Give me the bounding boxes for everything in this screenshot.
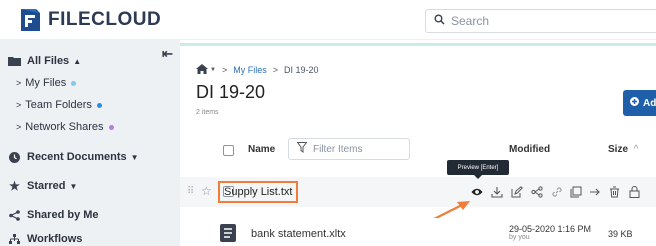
items-count: 2 items <box>196 109 219 116</box>
caret-up-icon: ▲ <box>73 56 82 66</box>
sidebar-item-label: All Files <box>27 55 70 67</box>
filter-input[interactable] <box>313 143 403 155</box>
sidebar-item-label: Shared by Me <box>27 209 99 221</box>
caret-down-icon: ▼ <box>69 181 78 191</box>
file-name-label: Supply List.txt <box>224 186 293 198</box>
breadcrumb-separator: > <box>221 65 228 75</box>
filecloud-logo-icon <box>21 9 40 31</box>
sidebar-item-shared-by-me[interactable]: Shared by Me <box>8 209 99 221</box>
sidebar-item-all-files[interactable]: All Files ▲ <box>8 55 81 67</box>
sidebar-item-network-shares[interactable]: > Network Shares <box>16 121 114 133</box>
search-input[interactable] <box>451 14 631 28</box>
edit-icon[interactable] <box>511 186 523 198</box>
column-header-name[interactable]: Name <box>248 144 275 155</box>
file-modified: 29-05-2020 1:16 PM <box>509 224 592 234</box>
file-name[interactable]: Supply List.txt <box>218 181 299 203</box>
copy-icon[interactable] <box>570 186 582 198</box>
sidebar-item-label: Starred <box>27 180 66 192</box>
page-title: DI 19-20 <box>196 82 266 102</box>
column-header-size-label: Size <box>608 144 629 155</box>
file-size: 39 KB <box>608 229 633 239</box>
search-box[interactable] <box>425 9 656 33</box>
status-dot <box>108 124 114 130</box>
top-accent-bar <box>180 43 656 46</box>
sidebar: ⇤ All Files ▲ > My Files > Team Folders … <box>0 40 180 246</box>
breadcrumb-separator: > <box>272 65 278 75</box>
column-header-modified[interactable]: Modified <box>509 144 550 155</box>
document-file-icon <box>220 224 236 246</box>
status-dot <box>96 102 102 108</box>
star-outline-icon[interactable]: ☆ <box>201 184 212 198</box>
collapse-sidebar-icon[interactable]: ⇤ <box>162 46 173 62</box>
add-button-label: Ad <box>643 97 656 109</box>
status-dot <box>71 80 77 86</box>
sidebar-item-workflows[interactable]: Workflows <box>8 233 82 245</box>
plus-circle-icon <box>630 97 639 109</box>
file-name[interactable]: bank statement.xltx <box>251 228 346 240</box>
filter-box[interactable] <box>288 138 410 160</box>
clock-icon <box>8 151 21 163</box>
add-button[interactable]: Ad <box>623 90 656 116</box>
search-icon <box>434 12 445 30</box>
sidebar-item-starred[interactable]: ★ Starred ▼ <box>8 179 78 193</box>
move-arrow-icon[interactable] <box>589 186 601 198</box>
main-content: ▼ > My Files > DI 19-20 DI 19-20 2 items… <box>180 40 656 246</box>
share-icon <box>8 209 21 221</box>
caret-down-icon[interactable]: ▼ <box>210 67 216 73</box>
download-icon[interactable] <box>491 186 503 198</box>
app-header: FILECLOUD <box>0 0 656 40</box>
star-icon: ★ <box>9 179 20 193</box>
sidebar-item-label: Team Folders <box>25 99 92 111</box>
sidebar-item-label: Recent Documents <box>27 151 127 163</box>
filecloud-logo[interactable]: FILECLOUD <box>18 7 161 33</box>
share-icon[interactable] <box>531 186 543 198</box>
delete-trash-icon[interactable] <box>608 186 620 198</box>
home-icon[interactable] <box>196 64 208 76</box>
breadcrumb: ▼ > My Files > DI 19-20 <box>196 64 319 76</box>
lock-icon[interactable] <box>628 186 640 198</box>
drag-handle-icon[interactable]: ⠿ <box>187 186 194 197</box>
preview-eye-icon[interactable] <box>471 186 483 198</box>
sidebar-item-team-folders[interactable]: > Team Folders <box>16 99 102 111</box>
chevron-right-icon: > <box>16 78 22 88</box>
workflow-icon <box>8 233 21 245</box>
sort-caret-icon: ^ <box>633 144 639 155</box>
logo-text: FILECLOUD <box>48 9 162 30</box>
filter-icon <box>296 140 308 158</box>
link-icon[interactable] <box>551 186 563 198</box>
select-all-checkbox[interactable] <box>223 145 234 156</box>
caret-down-icon: ▼ <box>130 152 139 162</box>
sidebar-item-recent-documents[interactable]: Recent Documents ▼ <box>8 151 139 163</box>
breadcrumb-current: DI 19-20 <box>283 65 319 75</box>
chevron-right-icon: > <box>16 122 22 132</box>
column-header-size[interactable]: Size ^ <box>608 144 639 155</box>
preview-tooltip: Preview [Enter] <box>447 160 509 179</box>
folder-icon <box>8 56 21 67</box>
sidebar-item-label: Network Shares <box>25 121 104 133</box>
chevron-right-icon: > <box>16 100 22 110</box>
file-modified-by: by you <box>509 234 530 241</box>
breadcrumb-my-files[interactable]: My Files <box>233 65 267 75</box>
sidebar-item-my-files[interactable]: > My Files <box>16 77 77 89</box>
sidebar-item-label: My Files <box>25 77 67 89</box>
sidebar-item-label: Workflows <box>27 233 83 245</box>
